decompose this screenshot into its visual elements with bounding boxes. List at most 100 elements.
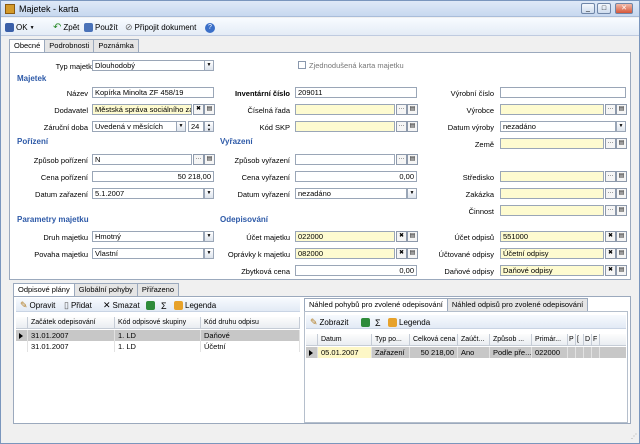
column-header[interactable]: F [592,334,600,345]
asset-account-browse-button[interactable]: ▤ [407,231,418,242]
asset-account-clear-button[interactable]: ✖ [396,231,407,242]
contract-browse-button[interactable]: ▤ [616,188,627,199]
edit-plan-button[interactable]: ✎ Opravit [20,299,55,312]
depreciation-account-browse-button[interactable]: ▤ [616,231,627,242]
maximize-button[interactable]: □ [597,3,611,14]
disposal-method-field[interactable] [295,154,395,165]
country-browse-button[interactable]: ▤ [616,138,627,149]
simplified-checkbox[interactable] [298,61,306,69]
name-field[interactable]: Kopírka Minolta ZF 458/19 [92,87,214,98]
moves-legend-button[interactable]: Legenda [388,316,430,329]
warranty-months-field[interactable]: 24 [188,121,204,132]
asset-account-field[interactable]: 022000 [295,231,395,242]
accounting-depreciation-browse-button[interactable]: ▤ [616,248,627,259]
placement-date-dropdown[interactable]: ▼ [204,188,214,199]
tab-moves-preview[interactable]: Náhled pohybů pro zvolené odepisování [304,298,448,312]
tab-assigned[interactable]: Přiřazeno [136,283,180,296]
tab-depreciation-preview[interactable]: Náhled odpisů pro zvolené odepisování [446,298,589,311]
activity-browse-button[interactable]: ▤ [616,205,627,216]
table-row[interactable]: 05.01.2007 Zařazení 50 218,00 Ano Podle … [306,347,626,358]
supplier-browse-button[interactable]: ▤ [204,104,215,115]
column-header[interactable]: Způsob ... [490,334,532,345]
acquisition-price-field[interactable]: 50 218,00 [92,171,214,182]
skp-field[interactable] [295,121,395,132]
type-select[interactable]: Dlouhodobý [92,60,214,71]
placement-date-field[interactable]: 5.1.2007 [92,188,204,199]
moves-excel-button[interactable] [361,316,370,329]
ok-button[interactable]: OK ▼ [5,21,35,34]
manufacturer-browse-button[interactable]: ▤ [616,104,627,115]
column-header[interactable]: Začátek odepisování [28,317,115,328]
contract-field[interactable] [500,188,604,199]
cost-center-field[interactable] [500,171,604,182]
number-series-field[interactable] [295,104,395,115]
warranty-stepper[interactable]: ▲ ▼ [204,121,214,132]
column-header[interactable]: [ [576,334,584,345]
supplier-clear-button[interactable]: ✖ [193,104,204,115]
depreciation-account-clear-button[interactable]: ✖ [605,231,616,242]
table-row[interactable]: 31.01.2007 1. LD Účetní [16,341,300,352]
tab-global-moves[interactable]: Globální pohyby [73,283,138,296]
activity-more-button[interactable]: ··· [605,205,616,216]
back-button[interactable]: ↶ Zpět [53,21,79,34]
accounting-depreciation-clear-button[interactable]: ✖ [605,248,616,259]
asset-nature-select[interactable]: Vlastní [92,248,204,259]
depreciation-allowance-field[interactable]: 082000 [295,248,395,259]
warranty-select[interactable]: Uvedená v měsících [92,121,185,132]
acquisition-more-button[interactable]: ··· [193,154,204,165]
disposal-date-field[interactable]: nezadáno [295,188,407,199]
attach-button[interactable]: ⊘ Připojit dokument [125,21,196,34]
help-button[interactable]: ? [205,21,215,34]
asset-nature-dropdown[interactable]: ▼ [204,248,214,259]
acquisition-method-field[interactable]: N [92,154,192,165]
tab-depreciation-plans[interactable]: Odpisové plány [13,283,75,297]
disposal-browse-button[interactable]: ▤ [407,154,418,165]
delete-plan-button[interactable]: ✕ Smazat [103,299,140,312]
column-header[interactable]: Zaúčt... [458,334,490,345]
tax-depreciation-clear-button[interactable]: ✖ [605,265,616,276]
supplier-field[interactable]: Městská správa sociálního zab [92,104,192,115]
country-more-button[interactable]: ··· [605,138,616,149]
moves-sum-button[interactable]: Σ [375,316,381,329]
resize-grip-icon[interactable]: ⋰ [631,433,639,441]
serial-number-field[interactable] [500,87,626,98]
disposal-date-dropdown[interactable]: ▼ [407,188,417,199]
skp-more-button[interactable]: ··· [396,121,407,132]
accounting-depreciation-field[interactable]: Účetní odpisy [500,248,604,259]
production-date-field[interactable]: nezadáno [500,121,616,132]
country-field[interactable] [500,138,604,149]
acquisition-browse-button[interactable]: ▤ [204,154,215,165]
tab-details[interactable]: Podrobnosti [44,39,95,52]
export-excel-button[interactable] [146,299,155,312]
tab-note[interactable]: Poznámka [93,39,139,52]
number-series-more-button[interactable]: ··· [396,104,407,115]
minimize-button[interactable]: _ [581,3,595,14]
use-button[interactable]: Použít [84,21,118,34]
production-date-dropdown[interactable]: ▼ [616,121,626,132]
column-header[interactable]: Kód druhu odpisu [201,317,300,328]
depreciation-account-field[interactable]: 551000 [500,231,604,242]
manufacturer-field[interactable] [500,104,604,115]
activity-field[interactable] [500,205,604,216]
contract-more-button[interactable]: ··· [605,188,616,199]
column-header[interactable]: Datum [318,334,372,345]
sum-button[interactable]: Σ [161,299,167,312]
column-header[interactable]: Kód odpisové skupiny [115,317,201,328]
asset-kind-dropdown[interactable]: ▼ [204,231,214,242]
tax-depreciation-field[interactable]: Daňové odpisy [500,265,604,276]
column-header[interactable]: Celková cena [410,334,458,345]
disposal-price-field[interactable]: 0,00 [295,171,417,182]
column-header[interactable]: P [568,334,576,345]
type-dropdown[interactable]: ▼ [204,60,214,71]
close-button[interactable]: ✕ [615,3,633,14]
asset-kind-select[interactable]: Hmotný [92,231,204,242]
allowance-clear-button[interactable]: ✖ [396,248,407,259]
disposal-more-button[interactable]: ··· [396,154,407,165]
table-row[interactable]: 31.01.2007 1. LD Daňové [16,330,300,341]
legend-button[interactable]: Legenda [174,299,216,312]
column-header[interactable]: Typ po... [372,334,410,345]
show-button[interactable]: ✎ Zobrazit [310,316,348,329]
number-series-browse-button[interactable]: ▤ [407,104,418,115]
skp-browse-button[interactable]: ▤ [407,121,418,132]
cost-center-more-button[interactable]: ··· [605,171,616,182]
